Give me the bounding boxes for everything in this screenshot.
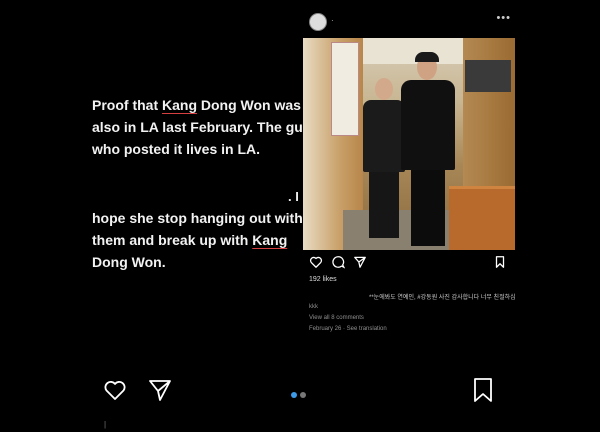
photo-shelf [465, 60, 511, 92]
more-options-icon[interactable]: ••• [496, 12, 511, 24]
heart-icon[interactable] [102, 378, 128, 402]
photo-table [449, 186, 515, 250]
like-heart-icon[interactable] [309, 255, 323, 269]
comment-icon[interactable] [331, 255, 345, 269]
caption-block-1: Proof that Kang Dong Won was also in LA … [92, 94, 314, 160]
photo-poster [331, 42, 359, 136]
bottom-action-bar [0, 372, 600, 412]
post-photo [303, 38, 515, 250]
post-date-translation[interactable]: February 26 · See translation [309, 326, 515, 335]
caption-text: Dong Won. [92, 254, 166, 270]
bookmark-icon[interactable] [473, 377, 493, 403]
caption-mark: . I [288, 189, 299, 204]
post-actions [303, 250, 515, 274]
share-send-icon[interactable] [353, 255, 367, 269]
bookmark-icon[interactable] [493, 255, 507, 269]
view-comments-link[interactable]: View all 8 comments [309, 315, 515, 324]
carousel-dot-active [291, 392, 297, 398]
carousel-dot [300, 392, 306, 398]
likes-count[interactable]: 192 likes [309, 276, 515, 288]
post-header: · ••• [303, 8, 515, 38]
post-caption: **눈에봐도 연예인, #강동원 사진 감사합니다 너무 친절하심 [369, 295, 516, 301]
embedded-post: · ••• 192 likes **눈에봐도 연예인, #강동원 사진 감사합니 [303, 8, 516, 335]
name-underlined: Kang [252, 232, 288, 248]
name-underlined: Kang [162, 97, 197, 113]
photo-person [363, 78, 405, 238]
caption-text: Proof that [92, 97, 162, 113]
post-meta: kkk [309, 304, 318, 310]
caption-block-2: hope she stop hanging out with them and … [92, 207, 314, 273]
send-icon[interactable] [147, 378, 173, 402]
photo-person [401, 52, 455, 246]
username[interactable]: · [331, 16, 334, 25]
bottom-mark: | [104, 420, 107, 429]
avatar[interactable] [309, 13, 327, 31]
carousel-indicator [291, 385, 309, 403]
